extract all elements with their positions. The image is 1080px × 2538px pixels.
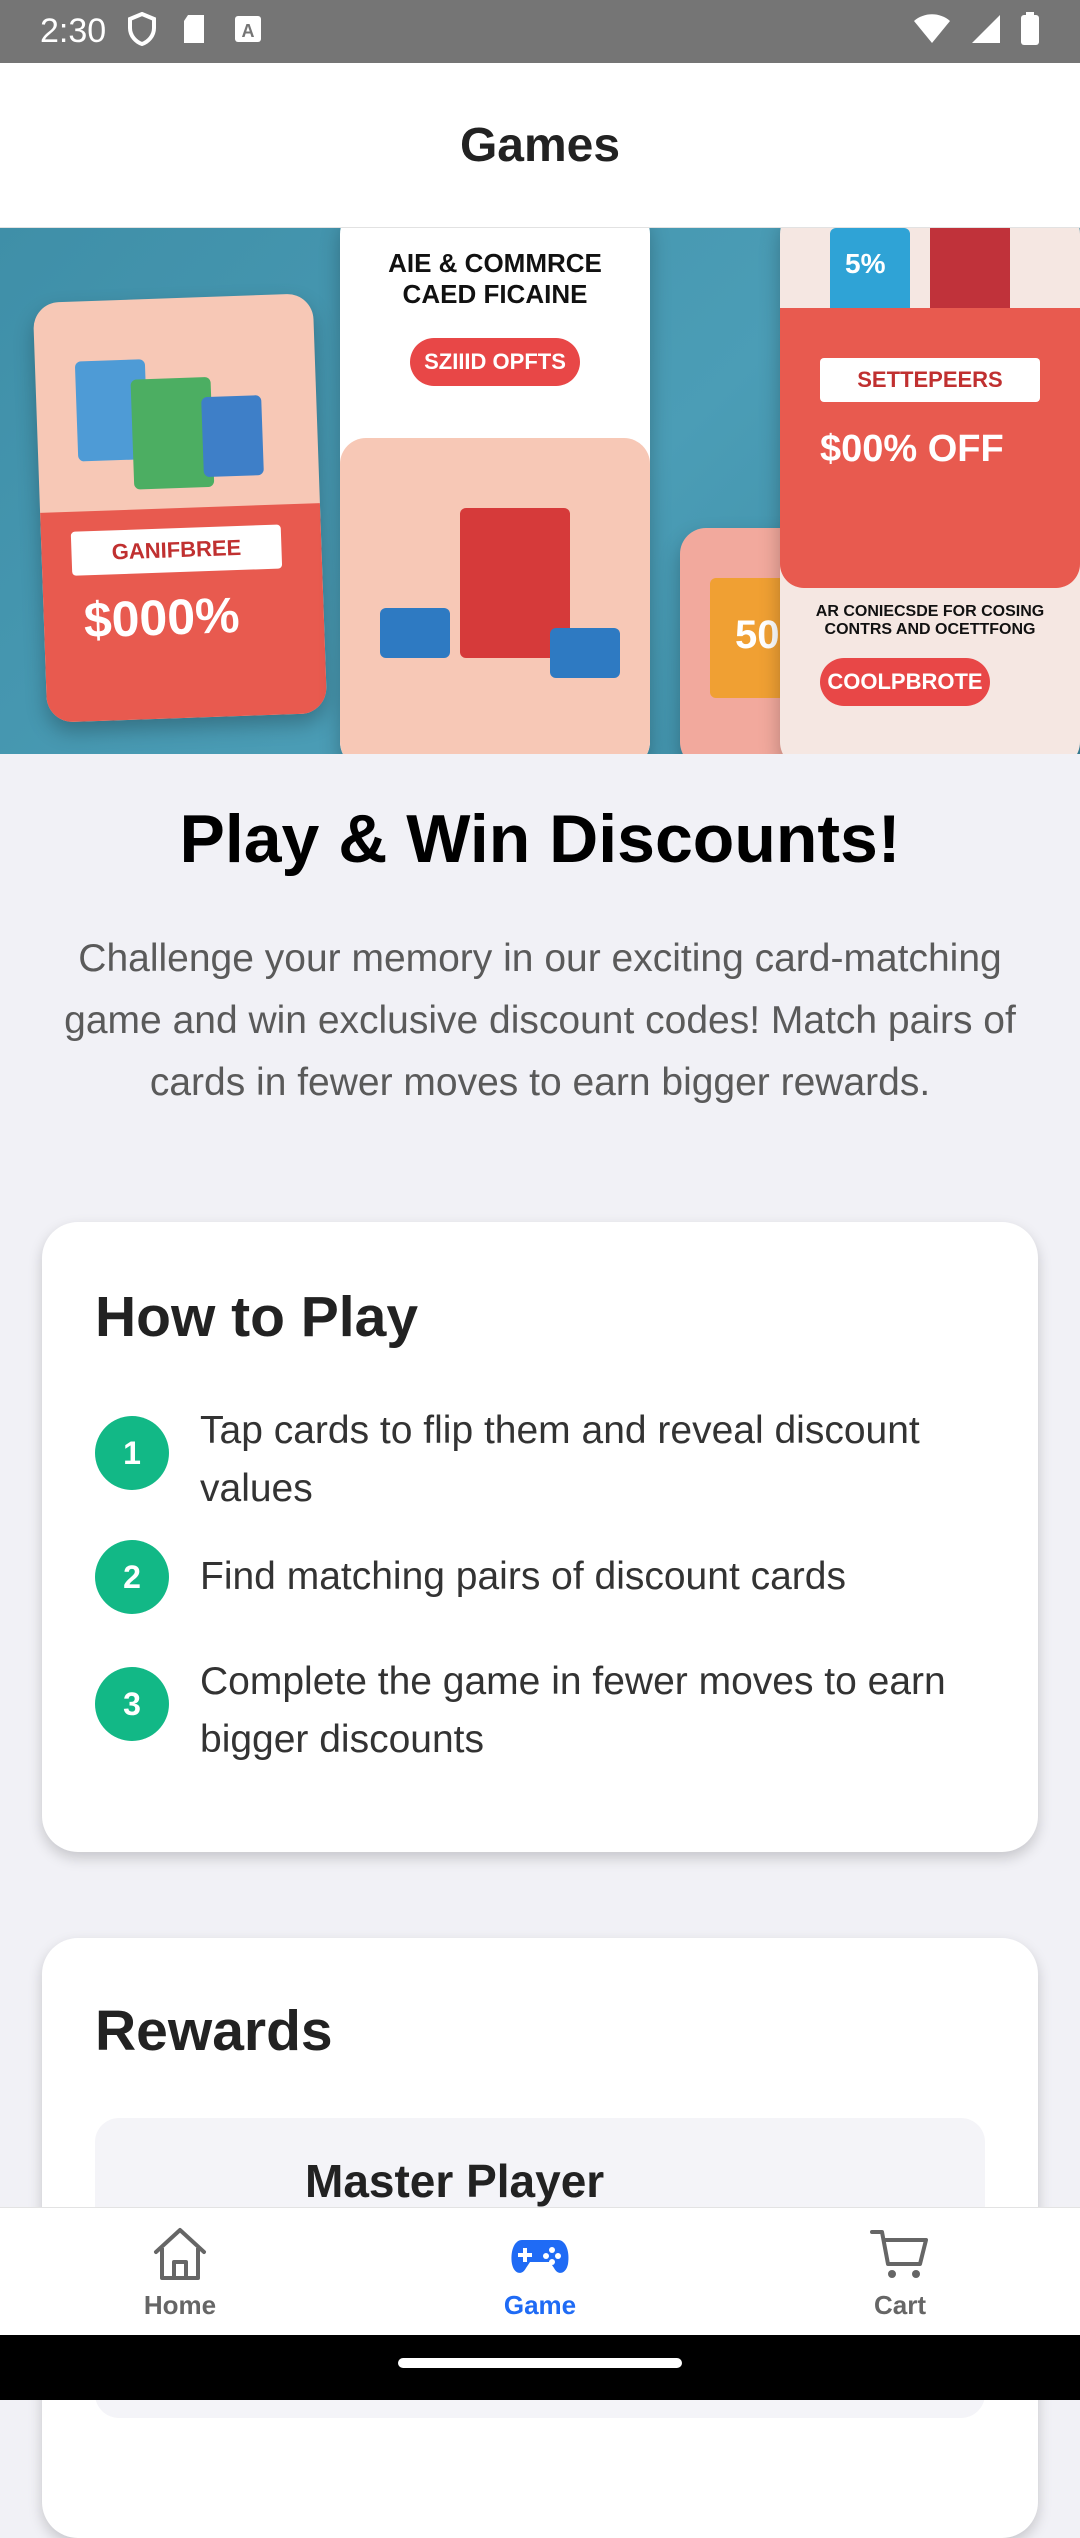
banner-value: $00% OFF	[820, 428, 1004, 470]
gamepad-icon	[511, 2240, 569, 2273]
banner-value: $000%	[82, 587, 241, 649]
banner-label: SETTEPEERS	[820, 358, 1040, 402]
step-text: Find matching pairs of discount cards	[200, 1555, 846, 1598]
status-left-icons: A	[128, 11, 262, 51]
banner-pill: SZIIID OPFTS	[410, 338, 580, 386]
banner-label: GANIFBREE	[70, 524, 283, 576]
sd-card-icon	[182, 13, 208, 50]
bottom-nav: Home Game Cart	[0, 2207, 1080, 2335]
status-time: 2:30	[40, 12, 107, 50]
credit-card-icon	[201, 395, 264, 478]
hero-banner-image: GANIFBREE $000% AIE & COMMRCE CAED FICAI…	[0, 228, 1080, 754]
banner-title: AIE & COMMRCE CAED FICAINE	[388, 248, 602, 309]
banner-caption: AR CONIECSDE FOR COSING CONTRS AND OCETT…	[815, 603, 1045, 638]
banner-card-center: AIE & COMMRCE CAED FICAINE SZIIID OPFTS	[340, 228, 650, 754]
step-item: 1 Tap cards to flip them and reveal disc…	[95, 1402, 995, 1518]
step-item: 3 Complete the game in fewer moves to ea…	[95, 1653, 995, 1769]
step-text: Tap cards to flip them and reveal discou…	[200, 1409, 920, 1510]
step-number: 2	[95, 1540, 169, 1614]
app-bar: Games	[0, 63, 1080, 228]
how-to-play-card: How to Play 1 Tap cards to flip them and…	[42, 1222, 1038, 1852]
page-title: Games	[459, 118, 621, 172]
reward-title: Master Player	[305, 2155, 605, 2207]
step-number: 1	[95, 1416, 169, 1490]
step-text: Complete the game in fewer moves to earn…	[200, 1660, 946, 1761]
svg-text:A: A	[242, 21, 255, 41]
credit-card-icon	[380, 608, 450, 658]
nav-item-game[interactable]: Game	[360, 2208, 720, 2335]
nav-item-cart[interactable]: Cart	[720, 2208, 1080, 2335]
section-title: Rewards	[95, 1999, 333, 2063]
banner-card-right: 5% SETTEPEERS $00% OFF AR CONIECSDE FOR …	[780, 228, 1080, 754]
credit-card-icon	[550, 628, 620, 678]
battery-icon	[1020, 12, 1040, 51]
shield-icon	[128, 11, 157, 51]
nav-label: Cart	[873, 2290, 926, 2320]
step-item: 2 Find matching pairs of discount cards	[95, 1540, 995, 1614]
nav-item-home[interactable]: Home	[0, 2208, 360, 2335]
gesture-handle[interactable]	[398, 2358, 682, 2368]
cart-icon	[870, 2230, 928, 2278]
banner-percent: 5%	[845, 248, 886, 279]
headline: Play & Win Discounts!	[179, 801, 901, 877]
status-right-icons	[912, 12, 1040, 51]
banner-value: 50	[735, 613, 780, 657]
signal-icon	[970, 13, 1002, 50]
wifi-icon	[912, 13, 952, 50]
banner-card-left: GANIFBREE $000%	[32, 293, 328, 723]
nav-label: Game	[503, 2290, 577, 2320]
nav-label: Home	[143, 2290, 217, 2320]
step-number: 3	[95, 1667, 169, 1741]
section-title: How to Play	[95, 1285, 419, 1349]
status-bar: 2:30 A	[0, 0, 1080, 63]
home-icon	[154, 2228, 206, 2280]
system-navigation-bar	[0, 2335, 1080, 2400]
a-icon: A	[234, 15, 262, 48]
intro-text: Challenge your memory in our exciting ca…	[64, 937, 1016, 1104]
banner-pill: COOLPBROTE	[820, 658, 990, 706]
